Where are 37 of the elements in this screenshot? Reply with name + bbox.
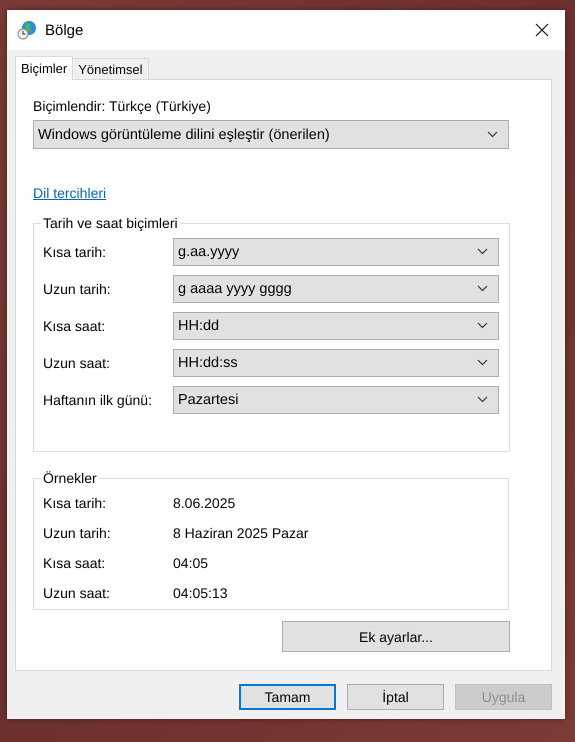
example-value: 04:05 [173, 555, 208, 571]
example-value: 8 Haziran 2025 Pazar [173, 525, 308, 541]
field-label: Kısa saat: [43, 318, 106, 334]
format-dropdown[interactable]: g aaaa yyyy gggg [173, 274, 499, 302]
format-dropdown[interactable]: g.aa.yyyy [173, 238, 499, 266]
tab[interactable]: Biçimler [15, 56, 74, 80]
caret-icon [477, 285, 488, 292]
caret-icon [477, 248, 488, 255]
example-value: 04:05:13 [173, 585, 228, 601]
dialog-button[interactable]: Tamam [239, 684, 336, 710]
format-dropdown[interactable]: Windows görüntüleme dilini eşleştir (önerilen) [33, 120, 509, 149]
field-label: Uzun tarih: [43, 525, 112, 541]
caret-icon [477, 359, 488, 366]
tab[interactable]: Yönetimsel [72, 58, 149, 79]
field-label: Kısa tarih: [43, 244, 108, 260]
format-label: Biçimlendir: Türkçe (Türkiye) [33, 98, 212, 114]
format-dropdown[interactable]: HH:dd [173, 312, 499, 340]
field-label: Uzun saat: [43, 585, 111, 601]
caret-icon [487, 131, 498, 138]
close-icon [535, 23, 549, 37]
field-label: Uzun saat: [43, 354, 111, 370]
dialog-button[interactable]: İptal [347, 684, 444, 710]
format-dropdown[interactable]: HH:dd:ss [173, 348, 499, 376]
caret-icon [477, 322, 488, 329]
caret-icon [477, 396, 488, 403]
field-label: Haftanın ilk günü: [43, 392, 153, 408]
group-title: Tarih ve saat biçimleri [42, 215, 179, 231]
format-dropdown[interactable]: Pazartesi [173, 386, 499, 414]
globe-clock-icon [17, 20, 37, 40]
window-title: Bölge [45, 22, 84, 38]
example-value: 8.06.2025 [173, 495, 236, 511]
field-label: Kısa tarih: [43, 495, 108, 511]
additional-settings-button[interactable]: Ek ayarlar... [282, 621, 510, 652]
field-label: Kısa saat: [43, 555, 106, 571]
field-label: Uzun tarih: [43, 280, 112, 296]
language-preferences-link[interactable]: Dil tercihleri [33, 185, 106, 201]
group-title: Örnekler [42, 470, 98, 486]
